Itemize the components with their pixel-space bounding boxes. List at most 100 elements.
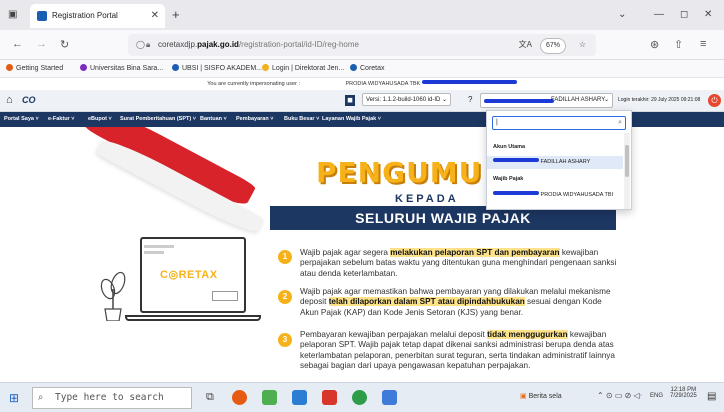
bookmark-getting-started[interactable]: Getting Started — [6, 60, 63, 78]
store-taskbar-icon[interactable] — [262, 390, 277, 405]
bullet-2-icon: 2 — [278, 290, 292, 304]
announcement-title: PENGUMU — [316, 156, 483, 189]
back-icon[interactable]: ← — [12, 38, 23, 50]
reload-icon[interactable]: ↻ — [60, 38, 69, 51]
account-select[interactable]: FADILLAH ASHARY ⌄ — [480, 93, 613, 108]
forward-icon[interactable]: → — [36, 38, 47, 50]
redaction-mark — [493, 191, 539, 195]
translate-icon[interactable]: 文A — [519, 34, 532, 56]
zoom-level-badge[interactable]: 67% — [539, 38, 566, 54]
tab-overflow-chevron-icon[interactable]: ⌄ — [618, 0, 626, 30]
chrome-taskbar-icon[interactable] — [352, 390, 367, 405]
menu-spt[interactable]: Surat Pemberitahuan (SPT) ˅ — [120, 112, 196, 127]
task-view-icon[interactable]: ⧉ — [206, 391, 214, 404]
search-icon: ⌕ — [618, 119, 622, 126]
plant-illustration — [100, 271, 126, 321]
redaction-mark — [493, 158, 539, 162]
browser-nav-bar: ← → ↻ ◯ 🔒︎ coretaxdjp.pajak.go.id/regist… — [0, 30, 724, 60]
maximize-icon[interactable]: ◻ — [680, 0, 688, 30]
menu-layanan-wajib-pajak[interactable]: Layanan Wajib Pajak ˅ — [322, 112, 381, 127]
text-cursor: | — [496, 119, 498, 126]
help-icon[interactable]: ? — [468, 95, 472, 104]
laptop-base — [125, 315, 261, 321]
redaction-mark — [484, 99, 554, 103]
dropdown-scrollbar[interactable] — [624, 133, 630, 209]
globe-icon — [350, 64, 357, 71]
share-icon[interactable]: ⇧ — [674, 38, 683, 51]
bookmark-ubsi-sisfo[interactable]: UBSI | SISFO AKADEM... — [172, 60, 262, 78]
tab-list-icon[interactable]: ▣ — [8, 0, 17, 30]
clock[interactable]: 12:18 PM 7/29/2025 — [670, 387, 697, 399]
explorer-taskbar-icon[interactable] — [292, 390, 307, 405]
menu-portal-saya[interactable]: Portal Saya ˅ — [4, 112, 39, 127]
bookmark-universitas-bina-sarana[interactable]: Universitas Bina Sara... — [80, 60, 163, 78]
notification-icon[interactable]: ◼ — [345, 95, 355, 106]
acrobat-taskbar-icon[interactable] — [322, 390, 337, 405]
news-widget[interactable]: ▣ Berita sela — [520, 392, 562, 400]
dropdown-item-wajib-pajak[interactable]: PRODIA WIDYAHUSADA TBI — [487, 189, 623, 202]
firefox-taskbar-icon[interactable] — [232, 390, 247, 405]
announcement-item-3: Pembayaran kewajiban perpajakan melalui … — [300, 330, 615, 370]
windows-start-icon[interactable]: ⊞ — [9, 391, 19, 405]
bookmark-star-icon[interactable]: ☆ — [579, 34, 586, 56]
lock-icon: 🔒︎ — [146, 40, 151, 49]
dropdown-item-akun-utama[interactable]: FADILLAH ASHARY — [487, 156, 623, 169]
account-name: FADILLAH ASHARY — [551, 97, 606, 103]
menu-efaktur[interactable]: e-Faktur ˅ — [48, 112, 74, 127]
minimize-icon[interactable]: — — [654, 0, 664, 30]
tab-title: Registration Portal — [52, 11, 118, 20]
taskbar-search-input[interactable]: ⌕ Type here to search — [32, 387, 192, 409]
redaction-mark — [421, 80, 517, 84]
edge-taskbar-icon[interactable] — [382, 390, 397, 405]
clock-date: 7/29/2025 — [670, 393, 697, 399]
menu-buku-besar[interactable]: Buku Besar ˅ — [284, 112, 319, 127]
university-icon — [80, 64, 87, 71]
system-tray-icons[interactable]: ⌃ ⊙ ▭ ⊘ ◁ᐧ — [597, 391, 642, 400]
menu-bantuan[interactable]: Bantuan ˅ — [200, 112, 227, 127]
globe-icon — [172, 64, 179, 71]
bookmark-coretax[interactable]: Coretax — [350, 60, 385, 78]
impersonation-banner: You are currently impersonating user : P… — [0, 78, 724, 90]
coretax-favicon — [37, 11, 47, 21]
announcement-item-2: Wajib pajak agar memastikan bahwa pembay… — [300, 287, 611, 317]
bookmark-login-djp[interactable]: Login | Direktorat Jen... — [262, 60, 344, 78]
menu-pembayaran[interactable]: Pembayaran ˅ — [236, 112, 273, 127]
home-icon[interactable]: ⌂ — [6, 94, 13, 106]
announcement-item-1: Wajib pajak agar segera melakukan pelapo… — [300, 248, 617, 278]
browser-tab-bar: ▣ Registration Portal ✕ + ⌄ — ◻ ✕ — [0, 0, 724, 30]
extension-icon[interactable]: ⊛ — [650, 38, 659, 51]
coretax-logo-large: C◎RETAX — [160, 269, 218, 281]
chevron-down-icon: ⌄ — [603, 97, 609, 103]
notification-center-icon[interactable]: ▤ — [707, 391, 716, 402]
language-indicator[interactable]: ENG — [650, 393, 663, 399]
scrollbar-thumb[interactable] — [625, 145, 629, 177]
new-tab-icon[interactable]: + — [172, 0, 180, 30]
dropdown-group-wajib-pajak: Wajib Pajak — [493, 176, 524, 182]
address-bar[interactable]: ◯ 🔒︎ coretaxdjp.pajak.go.id/registration… — [128, 34, 596, 56]
url-path: /registration-portal/id-ID/reg-home — [238, 40, 359, 49]
djp-icon — [262, 64, 269, 71]
shield-icon: ◯ — [136, 40, 145, 49]
dropdown-group-akun-utama: Akun Utama — [493, 144, 526, 150]
close-tab-icon[interactable]: ✕ — [151, 4, 159, 28]
announcement-subtitle: KEPADA — [395, 193, 459, 205]
bullet-1-icon: 1 — [278, 250, 292, 264]
account-dropdown: | ⌕ Akun Utama FADILLAH ASHARY Wajib Paj… — [486, 110, 632, 210]
search-icon: ⌕ — [38, 392, 44, 403]
news-icon: ▣ — [520, 393, 527, 400]
version-select[interactable]: Versi: 1.1.2-build-1060 id-ID ⌄ — [362, 93, 452, 106]
bookmarks-bar: Getting Started Universitas Bina Sara...… — [0, 60, 724, 78]
coretax-logo: CO — [22, 95, 36, 105]
dropdown-search-input[interactable]: | ⌕ — [492, 116, 626, 130]
close-window-icon[interactable]: ✕ — [704, 0, 712, 30]
windows-taskbar: ⊞ ⌕ Type here to search ⧉ ▣ Berita sela … — [0, 382, 724, 412]
browser-tab[interactable]: Registration Portal ✕ — [30, 4, 165, 28]
last-login-text: Login terakhir: 29 July 2025 09:21:08 — [618, 97, 701, 103]
menu-ebupot[interactable]: eBupot ˅ — [88, 112, 112, 127]
bullet-3-icon: 3 — [278, 333, 292, 347]
menu-icon[interactable]: ≡ — [700, 38, 706, 50]
impersonation-text: You are currently impersonating user : — [207, 81, 302, 87]
firefox-icon — [6, 64, 13, 71]
logout-icon[interactable]: ⏻ — [708, 94, 721, 107]
url-domain: pajak.go.id — [197, 40, 239, 49]
